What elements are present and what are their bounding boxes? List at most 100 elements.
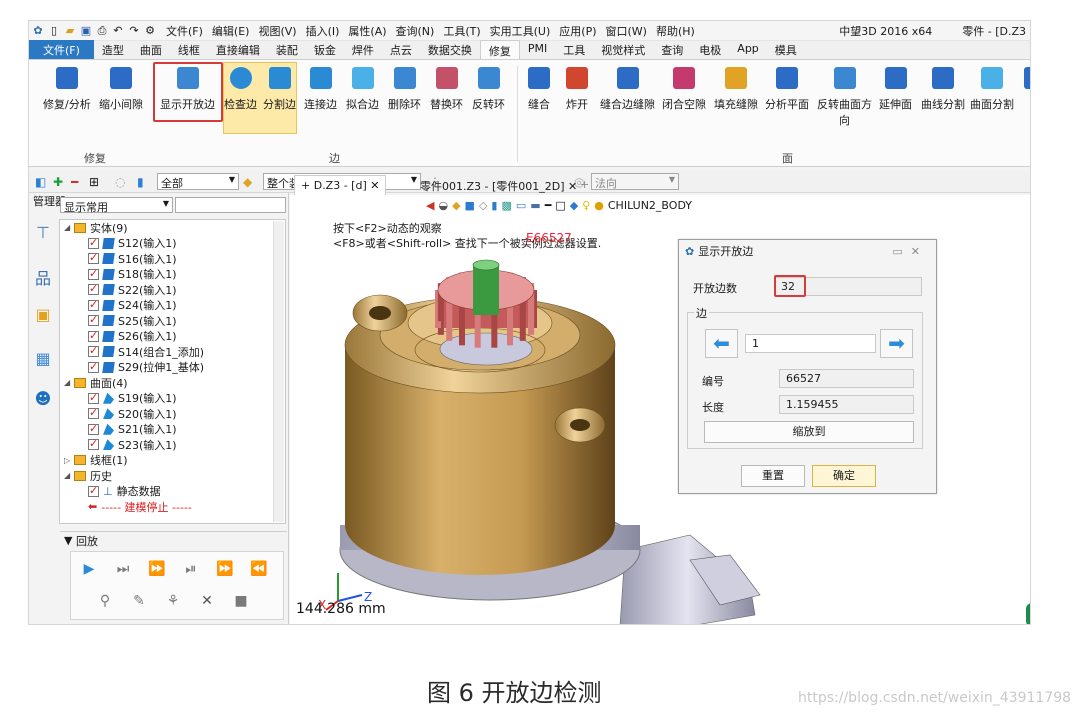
- shrink-gap-button[interactable]: 缩小间隙: [99, 64, 143, 112]
- reverse-loop-button[interactable]: 反转环: [472, 64, 505, 112]
- expand-icon[interactable]: ◢: [64, 378, 74, 387]
- filter-list-icon[interactable]: ⊞: [89, 175, 99, 189]
- settings-icon[interactable]: ⚙: [143, 24, 157, 38]
- visibility-checkbox[interactable]: [88, 484, 99, 497]
- tree-item[interactable]: S12(输入1): [60, 236, 285, 252]
- edge-index-input[interactable]: 1: [745, 334, 876, 353]
- part-tab-icon[interactable]: ▣: [32, 305, 54, 327]
- menu-utilities[interactable]: 实用工具(U): [490, 23, 551, 39]
- tree-item[interactable]: ◢ 历史: [60, 468, 285, 484]
- tree-scrollbar[interactable]: [273, 221, 284, 522]
- edit-icon[interactable]: ✎: [125, 589, 153, 613]
- tab-electrode[interactable]: 电极: [691, 40, 729, 59]
- menu-apps[interactable]: 应用(P): [559, 23, 596, 39]
- menu-file[interactable]: 文件(F): [166, 23, 203, 39]
- fit-edge-button[interactable]: 拟合边: [346, 64, 379, 112]
- tab-mold[interactable]: 模具: [767, 40, 805, 59]
- tree-item[interactable]: S25(输入1): [60, 313, 285, 329]
- view-tab-icon[interactable]: ▦: [32, 349, 54, 371]
- tree-item[interactable]: S24(输入1): [60, 298, 285, 314]
- add-icon[interactable]: ✚: [53, 175, 63, 189]
- visibility-checkbox[interactable]: [88, 329, 99, 342]
- tab-inquire[interactable]: 查询: [653, 40, 691, 59]
- open-folder-icon[interactable]: ▰: [63, 24, 77, 38]
- tab-visual-style[interactable]: 视觉样式: [593, 40, 653, 59]
- menu-window[interactable]: 窗口(W): [606, 23, 647, 39]
- doc-tab-2d[interactable]: 零件001.Z3 - [零件001_2D] ✕: [414, 175, 583, 195]
- filter-icon[interactable]: ▮: [137, 175, 144, 189]
- tree-item[interactable]: S16(输入1): [60, 251, 285, 267]
- previous-edge-button[interactable]: ⬅: [705, 329, 738, 358]
- tree-item[interactable]: S29(拉伸1_基体): [60, 360, 285, 376]
- tab-wireframe[interactable]: 线框: [170, 40, 208, 59]
- ok-button[interactable]: 确定: [812, 465, 876, 487]
- tree-item[interactable]: S23(输入1): [60, 437, 285, 453]
- assembly-tab-icon[interactable]: 品: [32, 265, 54, 288]
- tab-app[interactable]: App: [729, 40, 767, 59]
- tree-item[interactable]: S21(输入1): [60, 422, 285, 438]
- zoom-to-button[interactable]: 缩放到: [704, 421, 914, 443]
- visibility-checkbox[interactable]: [88, 282, 99, 296]
- tab-file[interactable]: 文件(F): [29, 40, 94, 59]
- extend-face-button[interactable]: 延伸面: [879, 64, 912, 112]
- undo-icon[interactable]: ↶: [111, 24, 125, 38]
- tab-surface[interactable]: 曲面: [132, 40, 170, 59]
- filter-select[interactable]: 全部 ▼: [157, 173, 239, 190]
- menu-help[interactable]: 帮助(H): [656, 23, 695, 39]
- tree-item[interactable]: ▷ 线框(1): [60, 453, 285, 469]
- visibility-checkbox[interactable]: [88, 391, 99, 404]
- visibility-checkbox[interactable]: [88, 422, 99, 435]
- tree-item[interactable]: ◢ 实体(9): [60, 220, 285, 236]
- display-mode-select[interactable]: 显示常用 ▼: [60, 197, 173, 214]
- explode-button[interactable]: 炸开: [563, 64, 591, 112]
- visibility-checkbox[interactable]: [88, 344, 99, 358]
- tree-item[interactable]: ⊥静态数据: [60, 484, 285, 500]
- visibility-checkbox[interactable]: [88, 251, 99, 265]
- playback-header[interactable]: ▼ 回放: [60, 531, 287, 549]
- step-end-icon[interactable]: ⏭: [109, 557, 137, 581]
- delete-loop-button[interactable]: 删除环: [388, 64, 421, 112]
- menu-view[interactable]: 视图(V): [258, 23, 296, 39]
- tree-item[interactable]: S22(输入1): [60, 282, 285, 298]
- tab-pmi[interactable]: PMI: [520, 40, 555, 59]
- box-select-icon[interactable]: ◌: [115, 175, 125, 189]
- select-icon[interactable]: ◧: [35, 175, 46, 189]
- menu-attribute[interactable]: 属性(A): [348, 23, 386, 39]
- fast-forward-icon[interactable]: ⏩: [211, 557, 239, 581]
- visibility-checkbox[interactable]: [88, 360, 99, 373]
- side-handle[interactable]: [1026, 603, 1030, 624]
- menu-tools[interactable]: 工具(T): [443, 23, 480, 39]
- tree-item[interactable]: ◢ 曲面(4): [60, 375, 285, 391]
- reset-button[interactable]: 重置: [741, 465, 805, 487]
- tab-sheetmetal[interactable]: 钣金: [306, 40, 344, 59]
- close-gap-button[interactable]: 闭合空隙: [662, 64, 706, 112]
- manager-search-input[interactable]: [175, 197, 286, 213]
- face-split-button[interactable]: 曲面分割: [970, 64, 1014, 112]
- join-edge-button[interactable]: 连接边: [304, 64, 337, 112]
- delete-icon[interactable]: ✕: [193, 589, 221, 613]
- tree-item[interactable]: ⬅ ----- 建模停止 -----: [60, 499, 285, 515]
- redo-icon[interactable]: ↷: [127, 24, 141, 38]
- expand-icon[interactable]: ◢: [64, 223, 74, 232]
- expand-icon[interactable]: ◢: [64, 471, 74, 480]
- tab-repair[interactable]: 修复: [479, 40, 520, 59]
- step-play-icon[interactable]: ⏯: [177, 557, 205, 581]
- tree-item[interactable]: S26(输入1): [60, 329, 285, 345]
- tab-data-exchange[interactable]: 数据交换: [420, 40, 480, 59]
- sew-edge-gap-button[interactable]: 缝合边缝隙: [600, 64, 655, 112]
- replace-loop-button[interactable]: 替换环: [430, 64, 463, 112]
- save-icon[interactable]: ▣: [79, 24, 93, 38]
- close-icon[interactable]: ▭✕: [892, 245, 928, 258]
- tab-tools[interactable]: 工具: [555, 40, 593, 59]
- sew-button[interactable]: 缝合: [525, 64, 553, 112]
- next-edge-button[interactable]: ➡: [880, 329, 913, 358]
- step-forward-icon[interactable]: ⏩: [143, 557, 171, 581]
- curve-split-button[interactable]: 曲线分割: [921, 64, 965, 112]
- visibility-checkbox[interactable]: [88, 267, 99, 280]
- visibility-checkbox[interactable]: [88, 313, 99, 327]
- history-tab-icon[interactable]: ⊤: [32, 223, 54, 245]
- visibility-checkbox[interactable]: [88, 406, 99, 420]
- split-edge-button[interactable]: 分割边: [263, 64, 296, 112]
- collapse-icon[interactable]: ▷: [64, 456, 74, 465]
- menu-edit[interactable]: 编辑(E): [212, 23, 250, 39]
